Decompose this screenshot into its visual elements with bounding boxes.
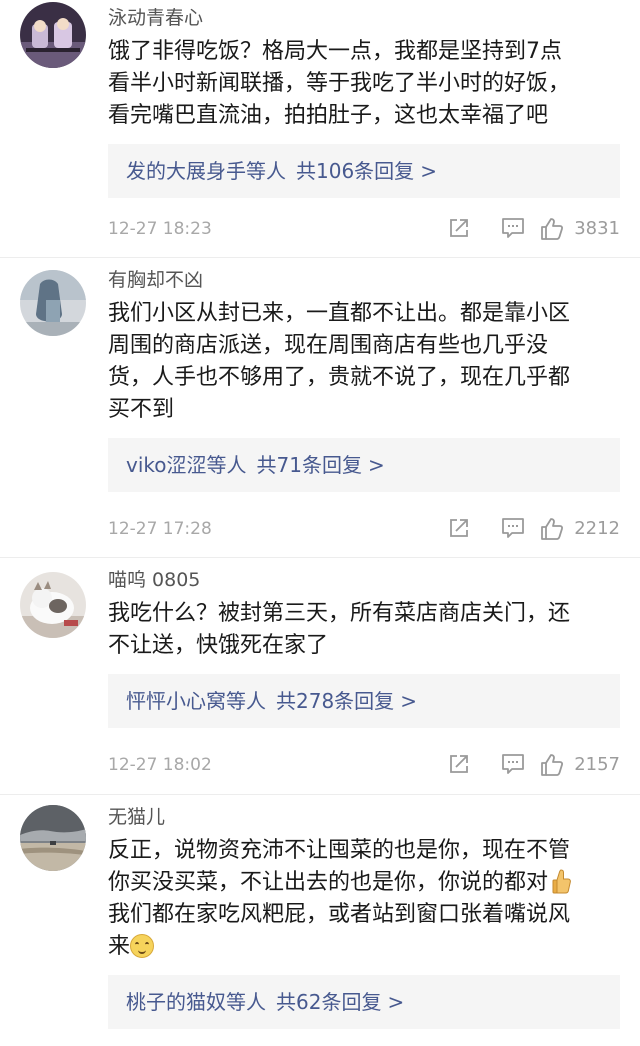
comment-icon[interactable] <box>501 753 525 777</box>
timestamp: 12-27 18:23 <box>108 219 212 239</box>
comment-line: 周围的商店派送，现在周围商店有些也几乎没 <box>108 333 549 358</box>
thumbs-up-icon <box>540 217 564 241</box>
reply-users[interactable]: 桃子的猫奴 <box>126 990 226 1014</box>
like-count: 3831 <box>574 218 620 239</box>
comment-line: 看半小时新闻联播，等于我吃了半小时的好饭， <box>108 71 571 96</box>
comment-meta: 12-27 18:02 2157 <box>108 753 620 777</box>
reply-users[interactable]: 怦怦小心窝 <box>126 689 226 713</box>
username[interactable]: 泳动青春心 <box>108 6 620 30</box>
comment-icon[interactable] <box>501 517 525 541</box>
timestamp: 12-27 17:28 <box>108 519 212 539</box>
comment-line: 看完嘴巴直流油，拍拍肚子，这也太幸福了吧 <box>108 103 549 128</box>
comment-line: 你买没买菜，不让出去的也是你，你说的都对 <box>108 870 549 895</box>
comment-line: 反正，说物资充沛不让囤菜的也是你，现在不管 <box>108 838 571 863</box>
comment-item: 喵呜 0805 我吃什么？被封第三天，所有菜店商店关门，还 不让送，快饿死在家了… <box>0 558 640 795</box>
comment-text: 饿了非得吃饭？格局大一点，我都是坚持到7点 看半小时新闻联播，等于我吃了半小时的… <box>108 36 620 132</box>
comment-line: 饿了非得吃饭？格局大一点，我都是坚持到7点 <box>108 39 562 64</box>
like-button[interactable]: 3831 <box>540 217 620 241</box>
chevron-right-icon: > <box>420 159 437 183</box>
share-icon[interactable] <box>448 753 470 777</box>
replies-summary[interactable]: viko涩涩等人 共71条回复 > <box>108 438 620 492</box>
chevron-right-icon: > <box>387 990 405 1014</box>
comment-line: 买不到 <box>108 397 175 422</box>
reply-count[interactable]: 共278条回复 <box>276 689 394 713</box>
reply-count[interactable]: 共62条回复 <box>276 990 381 1014</box>
like-count: 2157 <box>574 754 620 775</box>
like-count: 2212 <box>574 518 620 539</box>
chevron-right-icon: > <box>367 453 385 477</box>
reply-etc: 等人 <box>206 453 247 477</box>
reply-count[interactable]: 共106条回复 <box>296 159 414 183</box>
replies-summary[interactable]: 发的大展身手等人 共106条回复 > <box>108 144 620 198</box>
reply-etc: 等人 <box>226 990 266 1014</box>
share-icon[interactable] <box>448 217 470 241</box>
reply-etc: 等人 <box>246 159 286 183</box>
username[interactable]: 有胸却不凶 <box>108 268 620 292</box>
avatar[interactable] <box>20 572 86 638</box>
thumbs-up-icon <box>540 517 564 541</box>
comment-text: 反正，说物资充沛不让囤菜的也是你，现在不管 你买没买菜，不让出去的也是你，你说的… <box>108 835 620 963</box>
comment-line: 来 <box>108 934 131 959</box>
comment-meta: 12-27 17:28 2212 <box>108 517 620 541</box>
username[interactable]: 无猫儿 <box>108 805 620 829</box>
share-icon[interactable] <box>448 517 470 541</box>
replies-summary[interactable]: 桃子的猫奴等人 共62条回复 > <box>108 975 620 1029</box>
avatar[interactable] <box>20 805 86 871</box>
reply-etc: 等人 <box>226 689 266 713</box>
reply-users[interactable]: viko涩涩 <box>126 453 207 477</box>
timestamp: 12-27 18:02 <box>108 755 212 775</box>
comment-line: 我们都在家吃风粑屁，或者站到窗口张着嘴说风 <box>108 902 571 927</box>
thumbs-up-emoji-icon <box>552 868 572 894</box>
comment-icon[interactable] <box>501 217 525 241</box>
comment-line: 我吃什么？被封第三天，所有菜店商店关门，还 <box>108 601 571 626</box>
comment-line: 我们小区从封已来，一直都不让出。都是靠小区 <box>108 301 571 326</box>
comment-item: 泳动青春心 饿了非得吃饭？格局大一点，我都是坚持到7点 看半小时新闻联播，等于我… <box>0 0 640 258</box>
comment-item: 无猫儿 反正，说物资充沛不让囤菜的也是你，现在不管 你买没买菜，不让出去的也是你… <box>0 795 640 1046</box>
avatar[interactable] <box>20 270 86 336</box>
like-button[interactable]: 2212 <box>540 517 620 541</box>
comment-text: 我吃什么？被封第三天，所有菜店商店关门，还 不让送，快饿死在家了 <box>108 598 620 662</box>
avatar[interactable] <box>20 2 86 68</box>
smile-emoji-icon <box>130 934 155 958</box>
chevron-right-icon: > <box>400 689 417 713</box>
comment-text: 我们小区从封已来，一直都不让出。都是靠小区 周围的商店派送，现在周围商店有些也几… <box>108 298 620 426</box>
comment-line: 货，人手也不够用了，贵就不说了，现在几乎都 <box>108 365 571 390</box>
comment-line: 不让送，快饿死在家了 <box>108 633 329 658</box>
like-button[interactable]: 2157 <box>540 753 620 777</box>
username[interactable]: 喵呜 0805 <box>108 568 620 592</box>
comment-item: 有胸却不凶 我们小区从封已来，一直都不让出。都是靠小区 周围的商店派送，现在周围… <box>0 258 640 558</box>
reply-count[interactable]: 共71条回复 <box>257 453 362 477</box>
replies-summary[interactable]: 怦怦小心窝等人 共278条回复 > <box>108 674 620 728</box>
comment-meta: 12-27 18:23 3831 <box>108 217 620 241</box>
thumbs-up-icon <box>540 753 564 777</box>
reply-users[interactable]: 发的大展身手 <box>126 159 246 183</box>
